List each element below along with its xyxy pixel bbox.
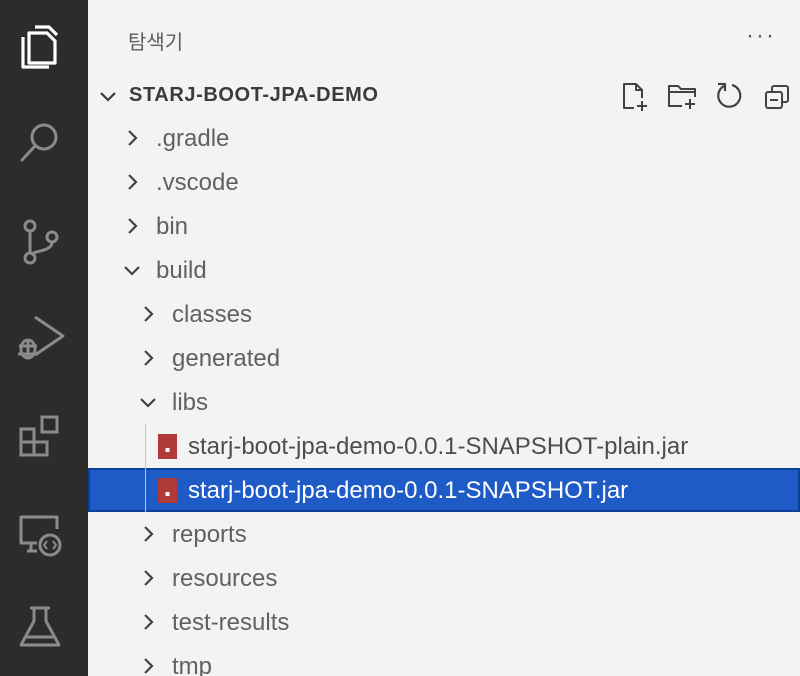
tree-folder-row[interactable]: bin: [88, 204, 800, 248]
chevron-right-icon[interactable]: [136, 654, 160, 676]
sidebar-title: 탐색기: [128, 32, 184, 54]
file-tree: .gradle .vscode bin build classes generated li…: [88, 116, 800, 676]
chevron-down-icon[interactable]: [120, 258, 144, 282]
chevron-right-icon[interactable]: [136, 522, 160, 546]
new-folder-icon[interactable]: [666, 80, 698, 112]
refresh-icon[interactable]: [714, 80, 746, 112]
more-actions-icon[interactable]: ···: [746, 22, 776, 50]
tree-file-row[interactable]: starj-boot-jpa-demo-0.0.1-SNAPSHOT.jar: [88, 468, 800, 512]
tree-folder-row[interactable]: tmp: [88, 644, 800, 676]
folder-label: classes: [172, 301, 253, 328]
chevron-right-icon[interactable]: [120, 214, 144, 238]
files-icon[interactable]: [14, 20, 66, 72]
sidebar-header: 탐색기 ···: [88, 0, 800, 76]
chevron-right-icon[interactable]: [136, 566, 160, 590]
testing-icon[interactable]: [14, 602, 66, 654]
folder-label: bin: [156, 213, 189, 240]
file-label: starj-boot-jpa-demo-0.0.1-SNAPSHOT-plain…: [188, 433, 689, 460]
folder-label: .vscode: [156, 169, 239, 196]
search-icon[interactable]: [14, 116, 66, 168]
folder-label: generated: [172, 345, 281, 372]
tree-folder-row[interactable]: resources: [88, 556, 800, 600]
chevron-right-icon[interactable]: [136, 302, 160, 326]
tree-folder-row[interactable]: test-results: [88, 600, 800, 644]
folder-label: libs: [172, 389, 209, 416]
extensions-icon[interactable]: [14, 410, 66, 462]
remote-explorer-icon[interactable]: [14, 508, 66, 560]
folder-label: tmp: [172, 653, 213, 676]
folder-label: resources: [172, 565, 278, 592]
folder-label: .gradle: [156, 125, 230, 152]
jar-file-icon: [158, 478, 177, 503]
chevron-right-icon[interactable]: [136, 610, 160, 634]
chevron-right-icon[interactable]: [120, 126, 144, 150]
new-file-icon[interactable]: [618, 80, 650, 112]
folder-label: reports: [172, 521, 247, 548]
folder-label: test-results: [172, 609, 290, 636]
chevron-down-icon[interactable]: [136, 390, 160, 414]
tree-folder-row[interactable]: .gradle: [88, 116, 800, 160]
tree-folder-row[interactable]: .vscode: [88, 160, 800, 204]
source-control-icon[interactable]: [14, 216, 66, 268]
tree-folder-row[interactable]: libs: [88, 380, 800, 424]
jar-file-icon: [158, 434, 177, 459]
project-header[interactable]: STARJ-BOOT-JPA-DEMO: [88, 76, 800, 116]
tree-folder-row[interactable]: reports: [88, 512, 800, 556]
chevron-right-icon[interactable]: [136, 346, 160, 370]
indent-guide: [145, 424, 146, 512]
folder-label: build: [156, 257, 207, 284]
activity-bar: [0, 0, 88, 676]
file-label: starj-boot-jpa-demo-0.0.1-SNAPSHOT.jar: [188, 477, 629, 504]
chevron-down-icon[interactable]: [96, 84, 120, 108]
tree-folder-row[interactable]: generated: [88, 336, 800, 380]
tree-file-row[interactable]: starj-boot-jpa-demo-0.0.1-SNAPSHOT-plain…: [88, 424, 800, 468]
run-debug-icon[interactable]: [14, 312, 66, 364]
collapse-all-icon[interactable]: [762, 80, 794, 112]
project-title: STARJ-BOOT-JPA-DEMO: [129, 84, 379, 106]
chevron-right-icon[interactable]: [120, 170, 144, 194]
tree-folder-row[interactable]: build: [88, 248, 800, 292]
explorer-sidebar: 탐색기 ··· STARJ-BOOT-JPA-DEMO .gradle .vsc…: [88, 0, 800, 676]
tree-folder-row[interactable]: classes: [88, 292, 800, 336]
